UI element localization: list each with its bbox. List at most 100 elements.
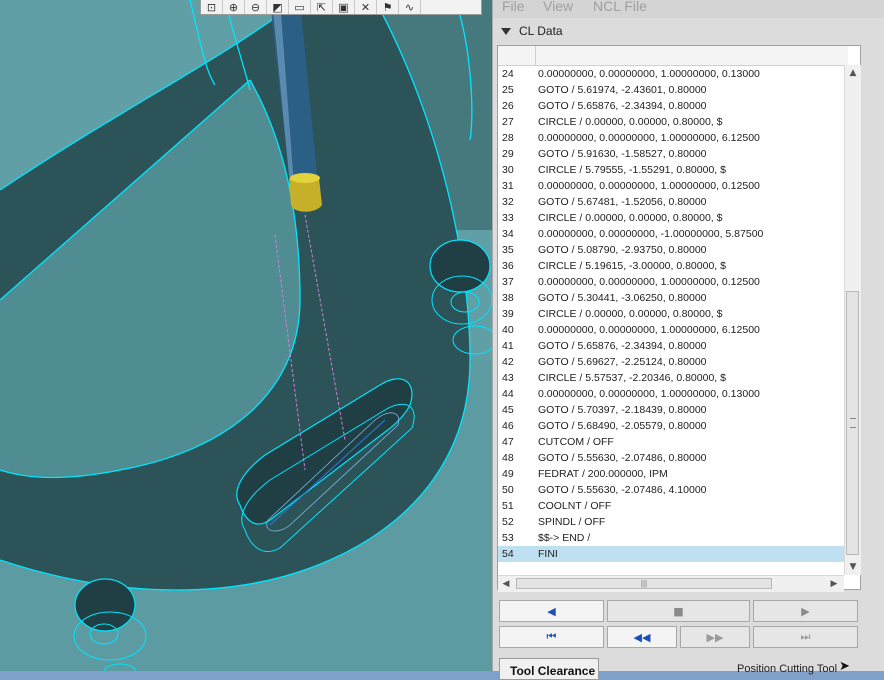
cl-row[interactable]: 41 GOTO / 5.65876, -2.34394, 0.80000 — [498, 338, 844, 354]
cl-row-number: 31 — [502, 180, 514, 192]
step-back-button[interactable]: ◀ — [499, 600, 604, 622]
cl-row-text: FEDRAT / 200.000000, IPM — [538, 468, 668, 480]
cl-row-text: CIRCLE / 0.00000, 0.00000, 0.80000, $ — [538, 212, 723, 224]
cl-row-text: 0.00000000, 0.00000000, -1.00000000, 5.8… — [538, 228, 764, 240]
fast-forward-icon: ▶▶ — [706, 630, 724, 644]
cl-row[interactable]: 45 GOTO / 5.70397, -2.18439, 0.80000 — [498, 402, 844, 418]
menu-view[interactable]: View — [543, 0, 573, 14]
cl-row[interactable]: 52 SPINDL / OFF — [498, 514, 844, 530]
cl-row[interactable]: 34 0.00000000, 0.00000000, -1.00000000, 5… — [498, 226, 844, 242]
cl-row-text: CIRCLE / 5.57537, -2.20346, 0.80000, $ — [538, 372, 726, 384]
cl-row[interactable]: 29 GOTO / 5.91630, -1.58527, 0.80000 — [498, 146, 844, 162]
flag-icon[interactable]: ⚑ — [377, 0, 399, 14]
cl-row-text: GOTO / 5.55630, -2.07486, 0.80000 — [538, 452, 707, 464]
cl-row-text: CIRCLE / 5.19615, -3.00000, 0.80000, $ — [538, 260, 726, 272]
cl-row[interactable]: 44 0.00000000, 0.00000000, 1.00000000, 0.… — [498, 386, 844, 402]
camera-icon[interactable]: ▣ — [333, 0, 355, 14]
cl-row[interactable]: 39 CIRCLE / 0.00000, 0.00000, 0.80000, $ — [498, 306, 844, 322]
cl-row-number: 54 — [502, 548, 514, 560]
fast-back-icon: ◀◀ — [633, 630, 651, 644]
rewind-start-button[interactable]: ⏮ — [499, 626, 604, 648]
vertical-scrollbar[interactable]: ▲ ▼ — [844, 65, 861, 575]
cl-row[interactable]: 24 0.00000000, 0.00000000, 1.00000000, 0.… — [498, 66, 844, 82]
cl-row-text: 0.00000000, 0.00000000, 1.00000000, 0.12… — [538, 180, 760, 192]
menu-file[interactable]: File — [502, 0, 525, 14]
tool-clearance-button[interactable]: Tool Clearance — [499, 658, 599, 680]
cl-row[interactable]: 36 CIRCLE / 5.19615, -3.00000, 0.80000, $ — [498, 258, 844, 274]
menu-bar: File View NCL File — [493, 0, 884, 18]
horizontal-scroll-thumb[interactable]: ||| — [516, 578, 772, 589]
cl-row-text: $$-> END / — [538, 532, 591, 544]
cl-rows: 24 0.00000000, 0.00000000, 1.00000000, 0.… — [498, 66, 844, 562]
horizontal-scrollbar[interactable]: ◀ ||| ▶ — [498, 575, 844, 592]
cl-data-panel: File View NCL File CL Data 24 0.00000000,… — [492, 0, 884, 680]
cl-row-number: 49 — [502, 468, 514, 480]
cl-row-number: 33 — [502, 212, 514, 224]
cl-row[interactable]: 37 0.00000000, 0.00000000, 1.00000000, 0.… — [498, 274, 844, 290]
cl-row[interactable]: 51 COOLNT / OFF — [498, 498, 844, 514]
path-icon[interactable]: ∿ — [399, 0, 421, 14]
view-icon[interactable]: ▭ — [289, 0, 311, 14]
cl-row[interactable]: 25 GOTO / 5.61974, -2.43601, 0.80000 — [498, 82, 844, 98]
zoom-extents-icon[interactable]: ⊡ — [201, 0, 223, 14]
cl-row[interactable]: 48 GOTO / 5.55630, -2.07486, 0.80000 — [498, 450, 844, 466]
cl-row-number: 50 — [502, 484, 514, 496]
cl-row[interactable]: 50 GOTO / 5.55630, -2.07486, 4.10000 — [498, 482, 844, 498]
scroll-down-icon[interactable]: ▼ — [845, 559, 861, 575]
3d-viewport[interactable]: ⊡ ⊕ ⊖ ◩ ▭ ⇱ ▣ ✕ ⚑ ∿ — [0, 0, 492, 671]
cl-row-number: 24 — [502, 68, 514, 80]
zoom-out-icon[interactable]: ⊖ — [245, 0, 267, 14]
menu-ncl-file[interactable]: NCL File — [593, 0, 647, 14]
cl-row[interactable]: 42 GOTO / 5.69627, -2.25124, 0.80000 — [498, 354, 844, 370]
cl-row-number: 45 — [502, 404, 514, 416]
cl-row[interactable]: 47 CUTCOM / OFF — [498, 434, 844, 450]
cl-row[interactable]: 35 GOTO / 5.08790, -2.93750, 0.80000 — [498, 242, 844, 258]
list-header — [498, 46, 848, 66]
cl-row[interactable]: 43 CIRCLE / 5.57537, -2.20346, 0.80000, $ — [498, 370, 844, 386]
fast-forward-button[interactable]: ▶▶ — [680, 626, 750, 648]
fast-back-button[interactable]: ◀◀ — [607, 626, 677, 648]
cl-row[interactable]: 26 GOTO / 5.65876, -2.34394, 0.80000 — [498, 98, 844, 114]
collapse-triangle-icon[interactable] — [501, 27, 511, 35]
cl-row[interactable]: 27 CIRCLE / 0.00000, 0.00000, 0.80000, $ — [498, 114, 844, 130]
cl-row-text: GOTO / 5.65876, -2.34394, 0.80000 — [538, 100, 707, 112]
tool-icon[interactable]: ✕ — [355, 0, 377, 14]
cl-row-text: 0.00000000, 0.00000000, 1.00000000, 6.12… — [538, 324, 760, 336]
scroll-up-icon[interactable]: ▲ — [845, 65, 861, 81]
cl-row-text: 0.00000000, 0.00000000, 1.00000000, 0.13… — [538, 68, 760, 80]
cl-row[interactable]: 32 GOTO / 5.67481, -1.52056, 0.80000 — [498, 194, 844, 210]
vertical-scroll-thumb[interactable] — [846, 291, 859, 555]
cl-row[interactable]: 46 GOTO / 5.68490, -2.05579, 0.80000 — [498, 418, 844, 434]
cl-row[interactable]: 54 FINI — [498, 546, 844, 562]
forward-end-button[interactable]: ⏭ — [753, 626, 858, 648]
shade-icon[interactable]: ◩ — [267, 0, 289, 14]
cl-row-number: 39 — [502, 308, 514, 320]
cl-row[interactable]: 31 0.00000000, 0.00000000, 1.00000000, 0.… — [498, 178, 844, 194]
stop-button[interactable]: ■ — [607, 600, 750, 622]
stop-icon: ■ — [673, 604, 684, 618]
cl-row[interactable]: 38 GOTO / 5.30441, -3.06250, 0.80000 — [498, 290, 844, 306]
scroll-right-icon[interactable]: ▶ — [826, 576, 842, 592]
cl-row-number: 29 — [502, 148, 514, 160]
cl-row[interactable]: 49 FEDRAT / 200.000000, IPM — [498, 466, 844, 482]
cl-row[interactable]: 53 $$-> END / — [498, 530, 844, 546]
viewport-toolbar: ⊡ ⊕ ⊖ ◩ ▭ ⇱ ▣ ✕ ⚑ ∿ — [200, 0, 482, 15]
cl-row[interactable]: 40 0.00000000, 0.00000000, 1.00000000, 6.… — [498, 322, 844, 338]
cl-data-list[interactable]: 24 0.00000000, 0.00000000, 1.00000000, 0.… — [497, 45, 861, 592]
cl-row-text: 0.00000000, 0.00000000, 1.00000000, 0.13… — [538, 388, 760, 400]
cl-data-section-header[interactable]: CL Data — [497, 22, 563, 40]
step-back-icon: ◀ — [547, 604, 556, 618]
cl-row-text: GOTO / 5.65876, -2.34394, 0.80000 — [538, 340, 707, 352]
zoom-in-icon[interactable]: ⊕ — [223, 0, 245, 14]
cl-row[interactable]: 28 0.00000000, 0.00000000, 1.00000000, 6.… — [498, 130, 844, 146]
forward-end-icon: ⏭ — [800, 630, 811, 643]
play-button[interactable]: ▶ — [753, 600, 858, 622]
cl-row-number: 44 — [502, 388, 514, 400]
fit-icon[interactable]: ⇱ — [311, 0, 333, 14]
cl-row-text: CUTCOM / OFF — [538, 436, 614, 448]
cl-row-text: FINI — [538, 548, 558, 560]
cl-row[interactable]: 33 CIRCLE / 0.00000, 0.00000, 0.80000, $ — [498, 210, 844, 226]
cl-row-number: 48 — [502, 452, 514, 464]
cl-row[interactable]: 30 CIRCLE / 5.79555, -1.55291, 0.80000, $ — [498, 162, 844, 178]
scroll-left-icon[interactable]: ◀ — [498, 576, 514, 592]
